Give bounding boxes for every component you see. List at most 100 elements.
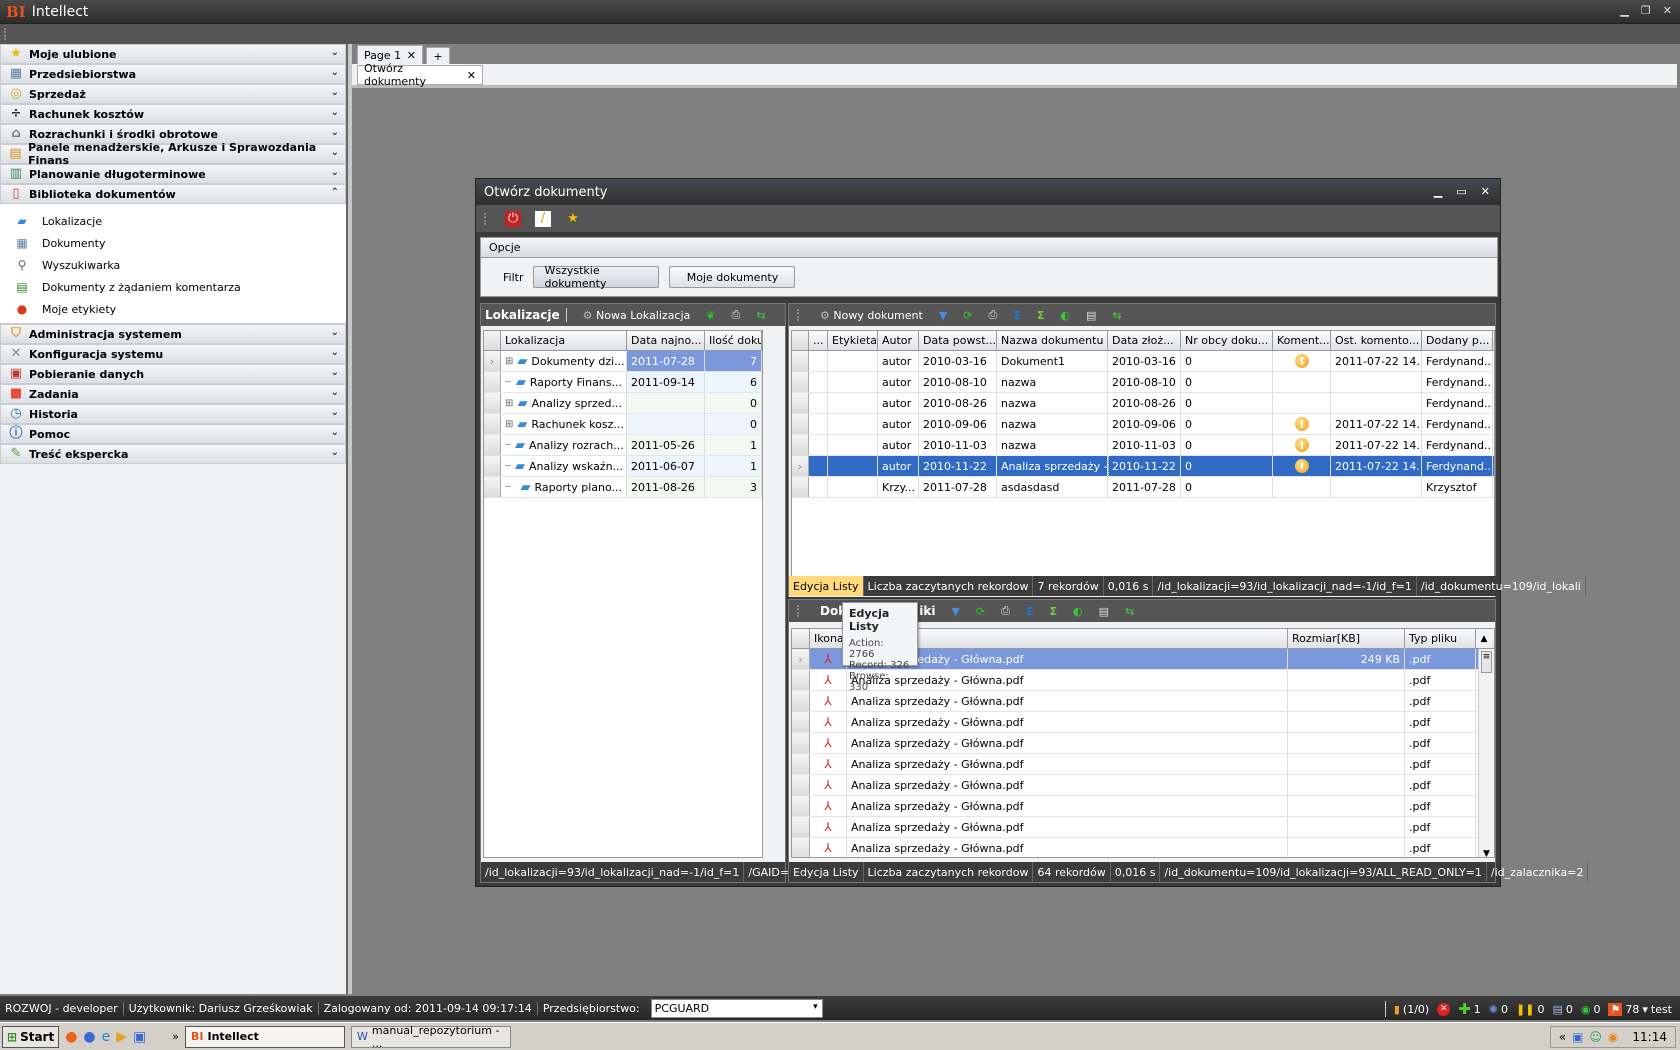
row-header[interactable] — [792, 477, 809, 497]
table-row[interactable]: › ⊞ ▰ Dokumenty dzi... 2011-07-28 7 — [484, 351, 762, 372]
task-word-manual[interactable]: Wmanual_repozytorium - ... — [351, 1024, 512, 1050]
column-header[interactable]: Lokalizacja — [501, 331, 627, 350]
table-row[interactable]: ⊞ ▰ Analizy sprzed... 0 — [484, 393, 762, 414]
toolbar-grip[interactable] — [797, 605, 800, 617]
sidebar-section-13[interactable]: ⓘ Pomoc ⌄ — [0, 424, 346, 444]
close-tab-icon[interactable]: ✕ — [467, 69, 476, 82]
table-row[interactable]: autor 2010-08-10 nazwa 2010-08-10 0 Ferdynand… — [792, 372, 1494, 393]
row-header[interactable] — [484, 414, 501, 434]
queue-indicator[interactable]: ▮ (1/0) — [1394, 1003, 1429, 1016]
column-header[interactable]: Typ pliku — [1405, 629, 1476, 648]
options-header[interactable]: Opcje — [481, 238, 1497, 258]
comment-icon[interactable] — [1294, 438, 1309, 452]
cell[interactable]: asdasdasd — [997, 477, 1108, 497]
cell[interactable]: nazwa — [997, 393, 1108, 413]
tree-icon[interactable]: ❦ — [706, 309, 715, 322]
row-header[interactable] — [792, 393, 809, 413]
column-header[interactable]: Dodany p... — [1422, 331, 1493, 350]
location-name-cell[interactable]: ┈ ▰ Raporty plano... — [501, 477, 627, 497]
refresh-icon[interactable]: ⟳ — [963, 309, 972, 322]
sum-icon[interactable]: Σ — [1026, 605, 1034, 618]
row-header[interactable] — [484, 393, 501, 413]
start-button[interactable]: ⊞ Start — [2, 1025, 60, 1048]
media-player-icon[interactable]: ▶ — [116, 1029, 127, 1045]
name-cell[interactable]: Analiza sprzedaży - Główna.pdf — [847, 817, 1288, 837]
edit-list-button[interactable]: Edycja Listy — [789, 862, 864, 882]
robot-indicator[interactable]: ◉ 0 — [1581, 1003, 1601, 1016]
sidebar-section-7[interactable]: ▯ Biblioteka dokumentów ⌃ — [0, 184, 346, 204]
row-header[interactable] — [484, 372, 501, 392]
sidebar-item[interactable]: ▤ Dokumenty z żądaniem komentarza — [0, 276, 346, 298]
column-header[interactable]: Nazwa dokumentu — [997, 331, 1108, 350]
sidebar-section-6[interactable]: ▥ Planowanie długoterminowe ⌄ — [0, 164, 346, 184]
print-icon[interactable]: ⎙ — [1001, 604, 1010, 618]
pause-indicator[interactable]: ❚❚ 0 — [1516, 1003, 1544, 1016]
maximize-icon[interactable]: ❐ — [1641, 4, 1651, 17]
table-row[interactable]: ⅄ Analiza sprzedaży - Główna.pdf .pdf — [792, 754, 1494, 775]
toolbar-grip[interactable] — [797, 309, 800, 321]
thunderbird-icon[interactable]: ● — [83, 1029, 95, 1045]
column-header[interactable]: Data złoż... — [1108, 331, 1181, 350]
row-header[interactable]: › — [484, 351, 501, 371]
column-header[interactable]: Etykieta — [828, 331, 878, 350]
chevron-down-icon[interactable]: ⌄ — [331, 327, 339, 338]
comment-icon[interactable] — [1294, 459, 1309, 473]
sidebar-section-3[interactable]: ÷ Rachunek kosztów ⌄ — [0, 104, 346, 124]
table-row[interactable]: Krzy... 2011-07-28 asdasdasd 2011-07-28 0 Krz… — [792, 477, 1494, 498]
table-row[interactable]: ⅄ Analiza sprzedaży - Główna.pdf .pdf — [792, 796, 1494, 817]
column-header[interactable]: Ost. komento... — [1331, 331, 1422, 350]
sync-indicator[interactable]: ✺ 0 — [1489, 1003, 1508, 1016]
sidebar-item[interactable]: ▦ Dokumenty — [0, 232, 346, 254]
refresh-icon[interactable]: ⟳ — [976, 605, 985, 618]
minimize-icon[interactable]: ▁ — [1620, 4, 1628, 17]
comment-icon[interactable] — [1294, 354, 1309, 368]
chevron-down-icon[interactable]: ⌄ — [331, 147, 339, 158]
location-name-cell[interactable]: ⊞ ▰ Dokumenty dzi... — [501, 351, 627, 371]
location-name-cell[interactable]: ┈ ▰ Analizy rozrach... — [501, 435, 627, 455]
name-cell[interactable]: Analiza sprzedaży - Główna.pdf — [847, 796, 1288, 816]
new-document-button[interactable]: ⚙ Nowy dokument — [820, 309, 923, 322]
chevron-down-icon[interactable]: ⌄ — [331, 347, 339, 358]
row-header[interactable] — [792, 435, 809, 455]
sidebar-item[interactable]: ● Moje etykiety — [0, 298, 346, 320]
name-cell[interactable]: Analiza sprzedaży - Główna.pdf — [847, 775, 1288, 795]
cell[interactable]: nazwa — [997, 435, 1108, 455]
toolbar-grip[interactable] — [4, 28, 7, 40]
row-header[interactable]: › — [792, 456, 809, 476]
cell[interactable]: Dokument1 — [997, 351, 1108, 371]
tray-expand[interactable]: « — [1559, 1030, 1566, 1044]
row-header[interactable] — [792, 754, 810, 774]
name-cell[interactable]: Analiza sprzedaży - Główna.pdf — [847, 754, 1288, 774]
name-cell[interactable]: Analiza sprzedaży - Główna.pdf — [847, 670, 1288, 690]
column-header[interactable]: Data powst... — [919, 331, 997, 350]
scrollbar-thumb[interactable]: ≡ — [1481, 651, 1492, 673]
row-header[interactable]: › — [792, 649, 810, 669]
sidebar-section-9[interactable]: ✕ Konfiguracja systemu ⌄ — [0, 344, 346, 364]
row-header[interactable] — [484, 435, 501, 455]
power-icon[interactable]: ⏻ — [505, 210, 521, 227]
column-header[interactable]: Ilość doku... — [705, 331, 762, 350]
expand-icon[interactable]: ⊞ — [505, 356, 513, 367]
sidebar-section-8[interactable]: ⛉ Administracja systemem ⌄ — [0, 324, 346, 344]
row-header[interactable] — [792, 796, 810, 816]
sidebar-section-14[interactable]: ✎ Treść ekspercka ⌄ — [0, 444, 346, 464]
table-row[interactable]: ⅄ Analiza sprzedaży - Główna.pdf .pdf — [792, 775, 1494, 796]
sidebar-section-12[interactable]: ◷ Historia ⌄ — [0, 404, 346, 424]
sidebar-section-11[interactable]: ■ Zadania ⌄ — [0, 384, 346, 404]
tree-line[interactable]: ┈ — [505, 377, 512, 388]
chevron-down-icon[interactable]: ⌄ — [331, 427, 339, 438]
filter-icon[interactable]: ▼ — [939, 309, 947, 322]
name-cell[interactable]: Analiza sprzedaży - Główna.pdf — [847, 733, 1288, 753]
chevron-down-icon[interactable]: ⌄ — [331, 387, 339, 398]
tree-line[interactable]: ┈ — [505, 461, 511, 472]
column-header[interactable]: Koment... — [1273, 331, 1331, 350]
table-row[interactable]: ⅄ Analiza sprzedaży - Główna.pdf .pdf — [792, 691, 1494, 712]
export-icon[interactable]: ⇆ — [1125, 605, 1134, 618]
report-edit-icon[interactable]: ▤ — [1099, 605, 1109, 618]
table-row[interactable]: › autor 2010-11-22 Analiza sprzedaży -... 20… — [792, 455, 1494, 477]
column-header[interactable]: Nr obcy doku... — [1181, 331, 1273, 350]
avast-icon[interactable]: ◉ — [1608, 1030, 1618, 1044]
task-intellect[interactable]: BI Intellect — [185, 1025, 346, 1048]
desktop-icon[interactable]: ▣ — [133, 1029, 146, 1045]
sidebar-section-5[interactable]: ▤ Panele menadżerskie, Arkusze i Sprawozd… — [0, 141, 346, 167]
